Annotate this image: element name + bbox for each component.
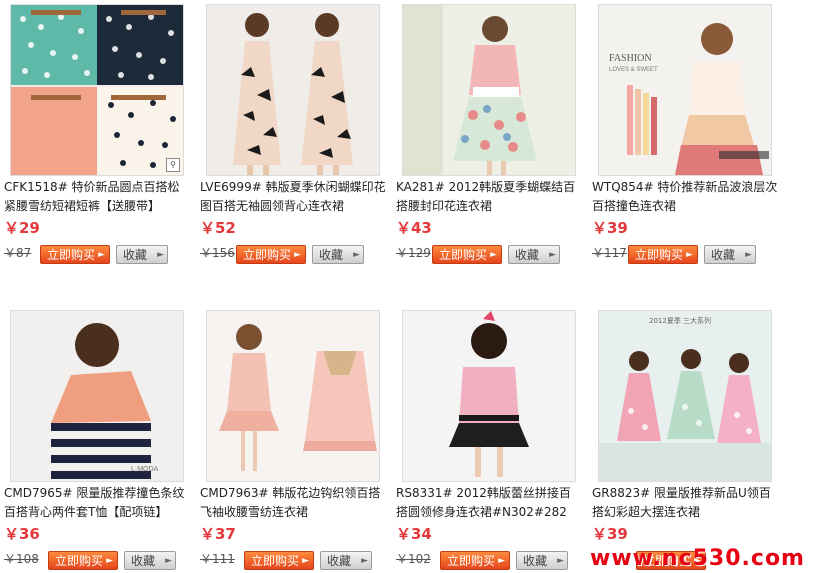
- favorite-button[interactable]: 收藏 ►: [320, 551, 372, 570]
- favorite-button[interactable]: 收藏 ►: [116, 245, 168, 264]
- product-image[interactable]: 2012夏季 三大系列: [598, 310, 772, 482]
- product-price: ￥36: [4, 525, 40, 543]
- banner-text: 2012夏季 三大系列: [649, 316, 711, 325]
- product-image[interactable]: [206, 310, 380, 482]
- product-image[interactable]: FASHION LOVES & SWEET: [598, 4, 772, 176]
- site-watermark: www.nc530.com: [590, 546, 805, 571]
- product-price: ￥29: [4, 219, 40, 237]
- arrow-icon: ►: [745, 250, 752, 260]
- arrow-icon: ►: [294, 250, 301, 260]
- favorite-label: 收藏: [123, 248, 148, 262]
- arrow-icon: ►: [165, 556, 172, 566]
- favorite-button[interactable]: 收藏 ►: [704, 245, 756, 264]
- product-title[interactable]: RS8331# 2012韩版蕾丝拼接百搭圆领修身连衣裙#N302#282: [396, 484, 582, 522]
- original-price: ￥111: [200, 552, 235, 566]
- product-price: ￥37: [200, 525, 236, 543]
- arrow-icon: ►: [302, 556, 309, 566]
- product-price: ￥39: [592, 219, 628, 237]
- original-price: ￥108: [4, 552, 39, 566]
- favorite-button[interactable]: 收藏 ►: [312, 245, 364, 264]
- product-title[interactable]: LVE6999# 韩版夏季休闲蝴蝶印花图百搭无袖圆领背心连衣裙: [200, 178, 386, 216]
- buy-now-button[interactable]: 立即购买 ►: [432, 245, 502, 264]
- buy-now-button[interactable]: 立即购买 ►: [244, 551, 314, 570]
- favorite-label: 收藏: [327, 554, 352, 568]
- buy-now-button[interactable]: 立即购买 ►: [236, 245, 306, 264]
- favorite-label: 收藏: [131, 554, 156, 568]
- arrow-icon: ►: [557, 556, 564, 566]
- product-title[interactable]: CMD7963# 韩版花边钩织领百搭飞袖收腰雪纺连衣裙: [200, 484, 386, 522]
- buy-now-label: 立即购买: [47, 248, 96, 262]
- arrow-icon: ►: [353, 250, 360, 260]
- product-title[interactable]: KA281# 2012韩版夏季蝴蝶结百搭腰封印花连衣裙: [396, 178, 582, 216]
- butterfly-print-dress-photo: [207, 5, 379, 175]
- product-title[interactable]: GR8823# 限量版推荐新品U领百搭幻彩超大摆连衣裙: [592, 484, 778, 522]
- original-price: ￥87: [4, 246, 32, 260]
- floral-swing-dress-photo: 2012夏季 三大系列: [599, 311, 771, 481]
- product-price: ￥39: [592, 525, 628, 543]
- striped-top-photo: L·MODA: [11, 311, 183, 481]
- original-price: ￥156: [200, 246, 235, 260]
- buy-now-button[interactable]: 立即购买 ►: [48, 551, 118, 570]
- layered-dress-photo: FASHION LOVES & SWEET: [599, 5, 771, 175]
- product-title[interactable]: CFK1518# 特价新品圆点百搭松紧腰雪纺短裙短裤【送腰带】: [4, 178, 190, 216]
- product-image[interactable]: ⚲: [10, 4, 184, 176]
- floral-bow-dress-photo: [403, 5, 575, 175]
- arrow-icon: ►: [157, 250, 164, 260]
- buy-now-label: 立即购买: [447, 554, 496, 568]
- arrow-icon: ►: [106, 556, 113, 566]
- pink-chiffon-dress-photo: [207, 311, 379, 481]
- product-image[interactable]: [402, 310, 576, 482]
- product-price: ￥43: [396, 219, 432, 237]
- arrow-icon: ►: [498, 556, 505, 566]
- product-image[interactable]: [206, 4, 380, 176]
- favorite-button[interactable]: 收藏 ►: [124, 551, 176, 570]
- skirts-polka-dot-photo: [11, 5, 183, 175]
- product-title[interactable]: CMD7965# 限量版推荐撞色条纹百搭背心两件套T恤【配项链】: [4, 484, 190, 522]
- buy-now-label: 立即购买: [243, 248, 292, 262]
- arrow-icon: ►: [361, 556, 368, 566]
- arrow-icon: ►: [686, 250, 693, 260]
- fashion-text: FASHION: [609, 53, 652, 64]
- buy-now-label: 立即购买: [55, 554, 104, 568]
- buy-now-label: 立即购买: [635, 248, 684, 262]
- brand-text: L·MODA: [131, 466, 159, 473]
- favorite-label: 收藏: [711, 248, 736, 262]
- product-price: ￥34: [396, 525, 432, 543]
- fashion-subtext: LOVES & SWEET: [609, 67, 658, 73]
- product-title[interactable]: WTQ854# 特价推荐新品波浪层次百搭撞色连衣裙: [592, 178, 778, 216]
- buy-now-button[interactable]: 立即购买 ►: [440, 551, 510, 570]
- buy-now-button[interactable]: 立即购买 ►: [40, 245, 110, 264]
- pink-lace-dress-photo: [403, 311, 575, 481]
- original-price: ￥117: [592, 246, 627, 260]
- favorite-label: 收藏: [319, 248, 344, 262]
- arrow-icon: ►: [549, 250, 556, 260]
- favorite-label: 收藏: [515, 248, 540, 262]
- favorite-label: 收藏: [523, 554, 548, 568]
- favorite-button[interactable]: 收藏 ►: [508, 245, 560, 264]
- product-price: ￥52: [200, 219, 236, 237]
- arrow-icon: ►: [98, 250, 105, 260]
- original-price: ￥102: [396, 552, 431, 566]
- magnifier-icon[interactable]: ⚲: [166, 158, 180, 172]
- buy-now-button[interactable]: 立即购买 ►: [628, 245, 698, 264]
- original-price: ￥129: [396, 246, 431, 260]
- buy-now-label: 立即购买: [251, 554, 300, 568]
- arrow-icon: ►: [490, 250, 497, 260]
- product-image[interactable]: [402, 4, 576, 176]
- favorite-button[interactable]: 收藏 ►: [516, 551, 568, 570]
- product-image[interactable]: L·MODA: [10, 310, 184, 482]
- buy-now-label: 立即购买: [439, 248, 488, 262]
